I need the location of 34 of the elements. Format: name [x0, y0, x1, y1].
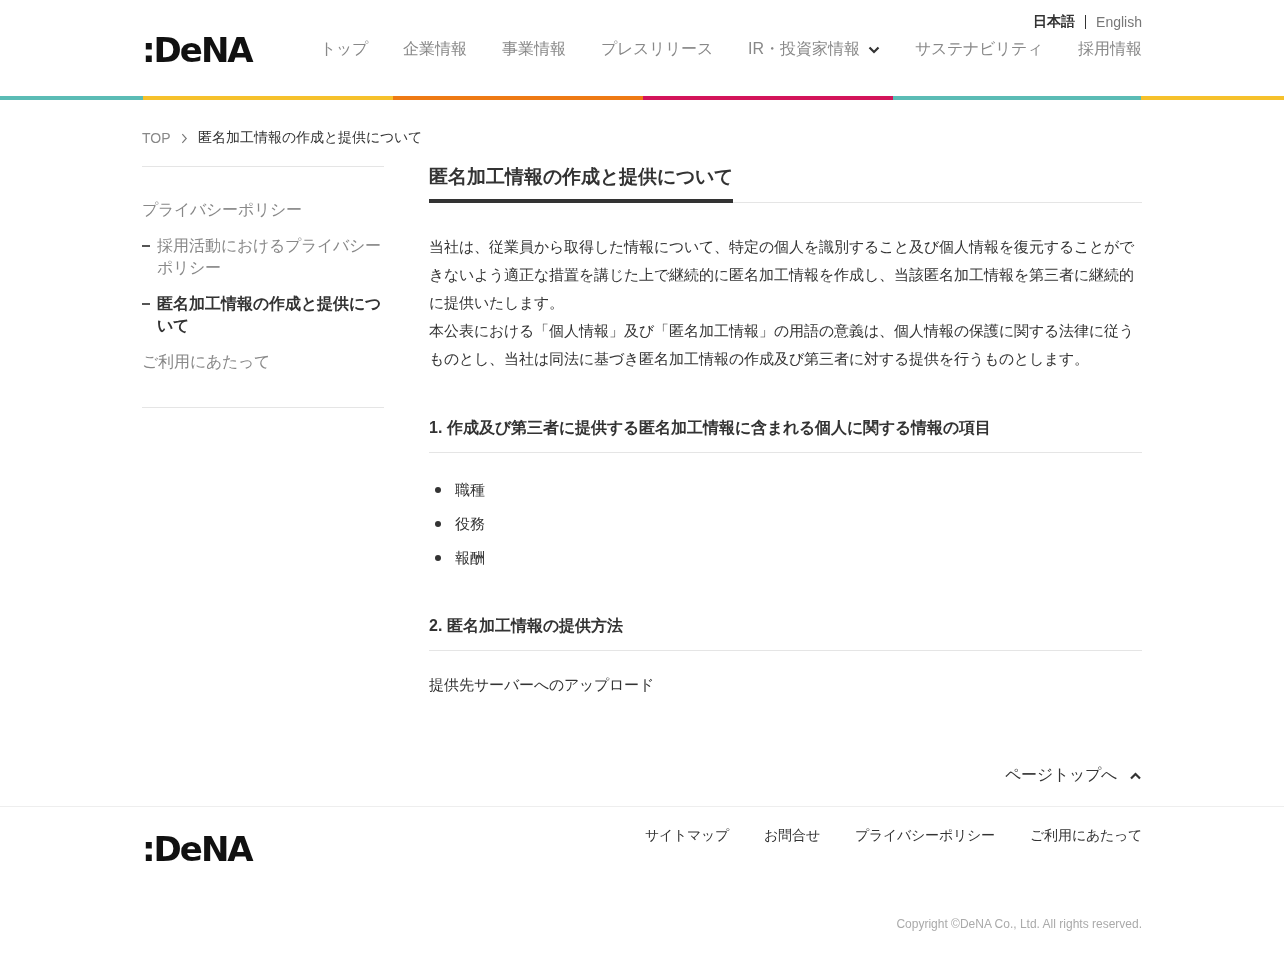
chevron-right-icon — [180, 132, 188, 144]
paragraph: 提供先サーバーへのアップロード — [429, 676, 655, 695]
footer-link[interactable]: ご利用にあたって — [1030, 827, 1142, 845]
sidebar-link[interactable]: プライバシーポリシー — [142, 199, 384, 221]
section-heading: 2. 匿名加工情報の提供方法 — [429, 615, 1142, 651]
list-item: 報酬 — [455, 548, 485, 568]
section-heading: 1. 作成及び第三者に提供する匿名加工情報に含まれる個人に関する情報の項目 — [429, 417, 1142, 453]
language-link[interactable]: English — [1096, 14, 1142, 30]
footer-link[interactable]: サイトマップ — [645, 827, 729, 845]
logo[interactable]: :DeNA — [142, 30, 252, 70]
nav-link[interactable]: 事業情報 — [502, 38, 566, 60]
footer-link[interactable]: プライバシーポリシー — [855, 827, 995, 845]
nav-link[interactable]: 企業情報 — [403, 38, 467, 60]
list-item: 職種 — [455, 480, 485, 500]
copyright: Copyright ©DeNA Co., Ltd. All rights reserved. — [896, 917, 1142, 931]
nav-link[interactable]: プレスリリース — [601, 38, 713, 60]
sidebar-link[interactable]: 匿名加工情報の作成と提供について — [157, 293, 384, 337]
sidebar-link[interactable]: 採用活動におけるプライバシーポリシー — [157, 235, 384, 279]
page-top-link[interactable]: ページトップへ — [1005, 765, 1142, 786]
logo[interactable]: :DeNA — [142, 829, 252, 869]
page-title: 匿名加工情報の作成と提供について — [429, 166, 733, 203]
paragraph: 本公表における「個人情報」及び「匿名加工情報」の用語の意義は、個人情報の保護に関する法律に従うものとし、当社は同法に基づき匿名加工情報の作成及び第三者に対する提供を行うものとします。 — [429, 322, 1135, 369]
nav-link[interactable]: 採用情報 — [1078, 38, 1142, 60]
nav-link[interactable]: IR・投資家情報 — [748, 38, 880, 60]
paragraph: 当社は、従業員から取得した情報について、特定の個人を識別すること及び個人情報を復元することができないよう適正な措置を講じた上で継続的に匿名加工情報を作成し、当該匿名加工情報を第三者に継続的に提供いたします。 — [429, 238, 1135, 313]
nav-link[interactable]: トップ — [320, 38, 368, 60]
chevron-up-icon — [1129, 771, 1142, 780]
nav-link[interactable]: サステナビリティ — [915, 38, 1043, 60]
language-link[interactable]: 日本語 — [1033, 13, 1076, 31]
breadcrumb-current: 匿名加工情報の作成と提供について — [197, 129, 422, 147]
breadcrumb-link[interactable]: TOP — [142, 130, 171, 146]
footer-link[interactable]: お問合せ — [764, 827, 820, 845]
list-item: 役務 — [455, 514, 485, 534]
sidebar-link[interactable]: ご利用にあたって — [142, 351, 384, 373]
